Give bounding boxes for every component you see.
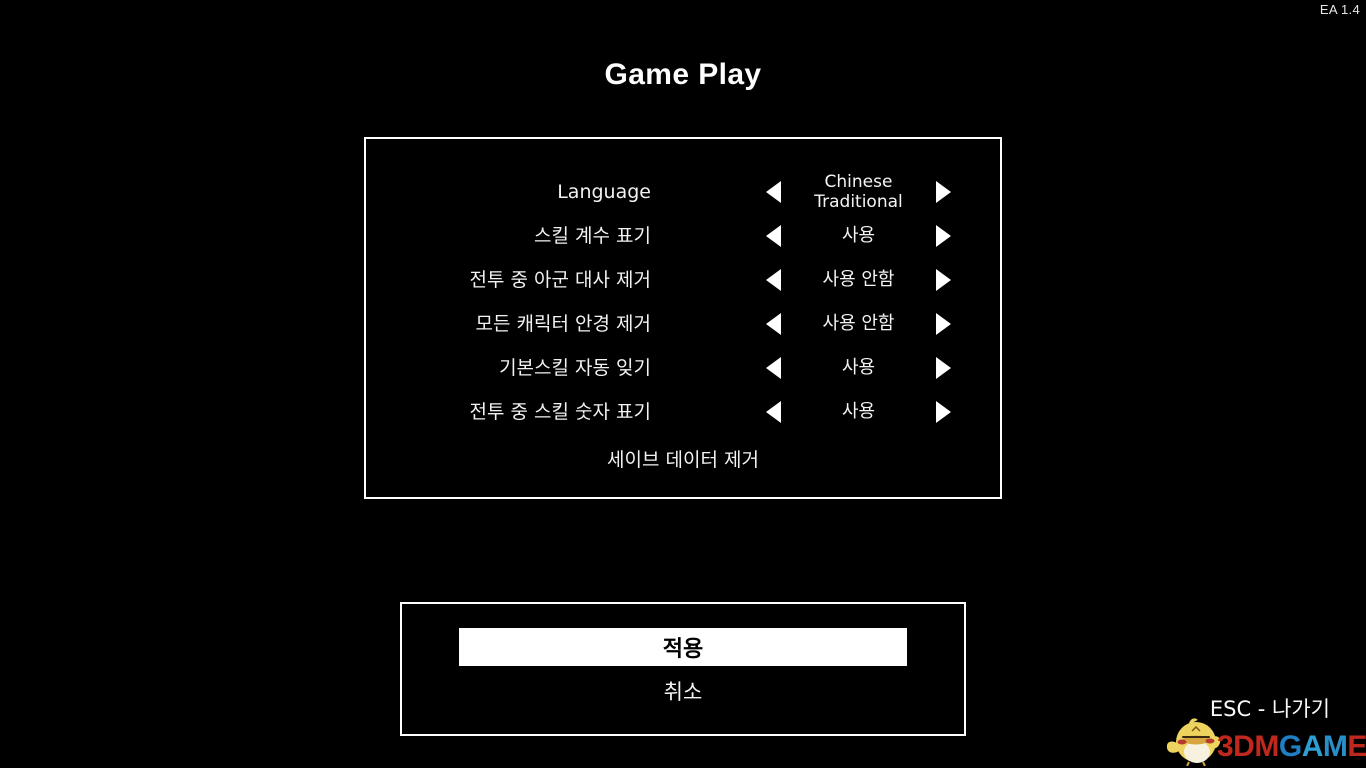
option-label: 모든 캐릭터 안경 제거 — [475, 313, 651, 335]
arrow-right-icon[interactable] — [936, 181, 951, 203]
option-label: 기본스킬 자동 잊기 — [499, 357, 651, 379]
version-tag: EA 1.4 — [1319, 2, 1360, 17]
arrow-left-icon[interactable] — [766, 313, 781, 335]
watermark-e: E — [1347, 730, 1366, 763]
arrow-left-icon[interactable] — [766, 181, 781, 203]
option-control: 사용 안함 — [766, 307, 951, 341]
buttons-panel: 적용 취소 — [400, 602, 966, 736]
option-control: Chinese Traditional — [766, 172, 951, 212]
arrow-right-icon[interactable] — [936, 401, 951, 423]
option-value: 사용 — [841, 225, 876, 246]
watermark-g: G — [1278, 730, 1302, 763]
option-control: 사용 — [766, 219, 951, 253]
option-value: 사용 안함 — [822, 313, 895, 334]
arrow-left-icon[interactable] — [766, 269, 781, 291]
delete-save-data-action[interactable]: 세이브 데이터 제거 — [366, 445, 1000, 472]
option-value: 사용 — [841, 357, 876, 378]
option-row: 전투 중 스킬 숫자 표기 사용 — [366, 395, 1000, 429]
bird-mascot-icon — [1166, 718, 1221, 766]
option-value: 사용 안함 — [822, 269, 895, 290]
watermark-3dm: 3DM — [1217, 730, 1279, 763]
arrow-left-icon[interactable] — [766, 357, 781, 379]
arrow-right-icon[interactable] — [936, 269, 951, 291]
option-label: Language — [557, 181, 651, 203]
option-row: 전투 중 아군 대사 제거 사용 안함 — [366, 263, 1000, 297]
arrow-left-icon[interactable] — [766, 401, 781, 423]
arrow-left-icon[interactable] — [766, 225, 781, 247]
option-label: 전투 중 아군 대사 제거 — [469, 269, 651, 291]
option-row: 기본스킬 자동 잊기 사용 — [366, 351, 1000, 385]
arrow-right-icon[interactable] — [936, 357, 951, 379]
option-row: 모든 캐릭터 안경 제거 사용 안함 — [366, 307, 1000, 341]
option-label: 전투 중 스킬 숫자 표기 — [469, 401, 651, 423]
watermark-a: A — [1301, 730, 1324, 763]
arrow-right-icon[interactable] — [936, 313, 951, 335]
option-control: 사용 — [766, 395, 951, 429]
settings-panel: Language Chinese Traditional 스킬 계수 표기 사용 전투 … — [364, 137, 1002, 499]
option-control: 사용 안함 — [766, 263, 951, 297]
option-label: 스킬 계수 표기 — [534, 225, 651, 247]
page-title: Game Play — [604, 58, 762, 91]
watermark-text: 3DMGAME — [1217, 732, 1366, 762]
game-settings-screen: EA 1.4 Game Play Language Chinese Traditi… — [0, 0, 1366, 768]
option-control: 사용 — [766, 351, 951, 385]
options-list: Language Chinese Traditional 스킬 계수 표기 사용 전투 … — [366, 139, 1000, 497]
option-row: Language Chinese Traditional — [366, 172, 1000, 212]
watermark: 3DMGAME — [1162, 716, 1366, 766]
apply-button[interactable]: 적용 — [459, 628, 907, 666]
option-value: 사용 — [841, 401, 876, 422]
option-value: Chinese Traditional — [814, 172, 903, 212]
cancel-button[interactable]: 취소 — [402, 676, 964, 706]
watermark-m: M — [1322, 730, 1348, 763]
option-row: 스킬 계수 표기 사용 — [366, 219, 1000, 253]
arrow-right-icon[interactable] — [936, 225, 951, 247]
